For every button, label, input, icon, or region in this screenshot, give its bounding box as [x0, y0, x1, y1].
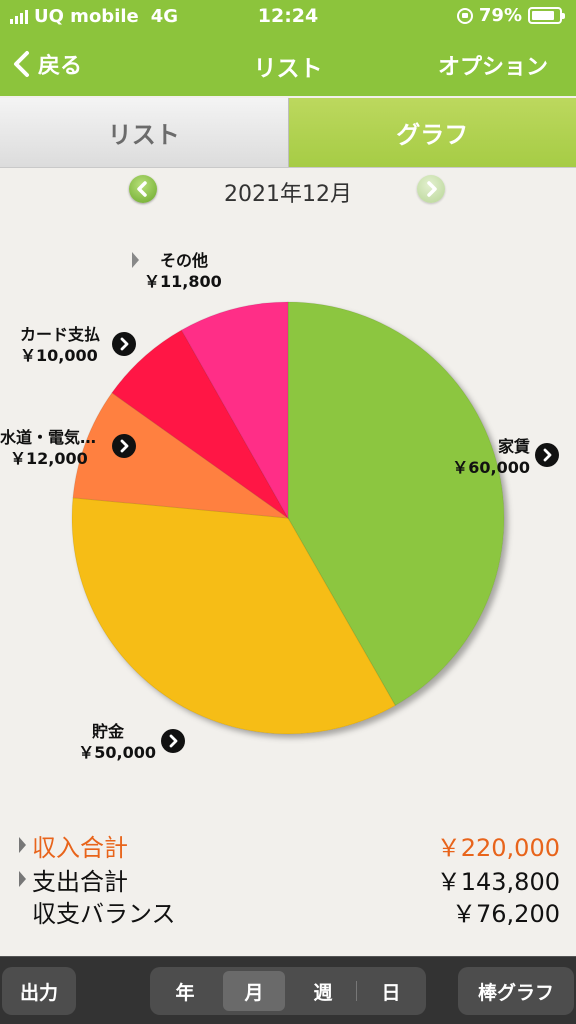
bottom-toolbar: 出力 年 月 週 日 棒グラフ: [0, 956, 576, 1024]
period-segmented-control: 年 月 週 日: [150, 967, 426, 1015]
expense-total-label: 支出合計: [32, 868, 128, 896]
next-month-button[interactable]: [417, 175, 445, 203]
expense-total-value: ￥143,800: [436, 868, 560, 896]
income-total-value: ￥220,000: [436, 834, 560, 862]
pie-label-category: 貯金: [92, 722, 125, 741]
option-button[interactable]: オプション: [438, 49, 548, 81]
pie-label-category: 水道・電気…: [0, 428, 97, 447]
battery-icon: [528, 7, 565, 24]
disclosure-triangle-icon: [19, 837, 26, 853]
output-button[interactable]: 出力: [2, 967, 76, 1015]
segment-graph[interactable]: グラフ: [288, 98, 576, 167]
expense-total-row[interactable]: 支出合計 ￥143,800: [0, 862, 576, 896]
detail-arrow-button[interactable]: [112, 332, 136, 356]
pie-label-amount: ￥50,000: [78, 743, 156, 762]
chevron-left-icon: [137, 181, 147, 197]
pie-label-utilities: 水道・電気… ￥12,000: [0, 427, 110, 469]
chevron-left-icon: [14, 51, 29, 77]
balance-value: ￥76,200: [452, 900, 560, 928]
battery-percent: 79%: [478, 5, 522, 26]
detail-arrow-button[interactable]: [161, 729, 185, 753]
pie-label-rent: 家賃 ￥60,000: [440, 436, 530, 478]
chevron-right-icon: [169, 734, 178, 748]
prev-month-button[interactable]: [129, 175, 157, 203]
month-label: 2021年12月: [224, 182, 352, 207]
segment-list[interactable]: リスト: [0, 98, 289, 167]
pie-label-savings: 貯金 ￥50,000: [64, 721, 156, 763]
pie-chart: [71, 301, 505, 735]
pie-label-amount: ￥60,000: [452, 458, 530, 477]
pie-label-amount: ￥12,000: [10, 449, 88, 468]
disclosure-triangle-icon: [19, 871, 26, 887]
pie-label-category: その他: [160, 251, 209, 270]
period-day-button[interactable]: 日: [360, 967, 422, 1015]
period-month-button[interactable]: 月: [223, 971, 285, 1011]
detail-arrow-button[interactable]: [112, 434, 136, 458]
period-divider: [356, 981, 357, 1001]
period-year-button[interactable]: 年: [154, 967, 216, 1015]
pie-label-category: カード支払: [20, 325, 101, 344]
balance-row: 収支バランス ￥76,200: [0, 894, 576, 928]
pie-label-amount: ￥11,800: [144, 272, 222, 291]
back-label: 戻る: [38, 54, 83, 79]
navigation-bar: 戻る リスト オプション: [0, 34, 576, 96]
bar-graph-button[interactable]: 棒グラフ: [458, 967, 574, 1015]
balance-label: 収支バランス: [32, 900, 176, 928]
income-total-label: 収入合計: [32, 834, 128, 862]
chevron-right-icon: [427, 181, 437, 197]
orientation-lock-icon: [456, 7, 473, 24]
chevron-right-icon: [120, 439, 129, 453]
view-segmented-control: リスト グラフ: [0, 98, 576, 168]
chevron-right-icon: [120, 337, 129, 351]
pie-label-card-payment: カード支払 ￥10,000: [20, 324, 110, 366]
status-bar: UQ mobile 4G 12:24 79%: [0, 0, 576, 34]
pie-label-amount: ￥10,000: [20, 346, 98, 365]
chevron-right-icon: [543, 448, 552, 462]
disclosure-triangle-icon: [132, 252, 139, 268]
pie-label-other: その他 ￥11,800: [144, 250, 234, 292]
pie-label-category: 家賃: [497, 437, 530, 456]
month-selector: 2021年12月: [0, 170, 576, 208]
period-week-button[interactable]: 週: [292, 967, 354, 1015]
back-button[interactable]: 戻る: [12, 48, 82, 80]
income-total-row[interactable]: 収入合計 ￥220,000: [0, 828, 576, 862]
status-right: 79%: [456, 5, 565, 26]
detail-arrow-button[interactable]: [535, 443, 559, 467]
